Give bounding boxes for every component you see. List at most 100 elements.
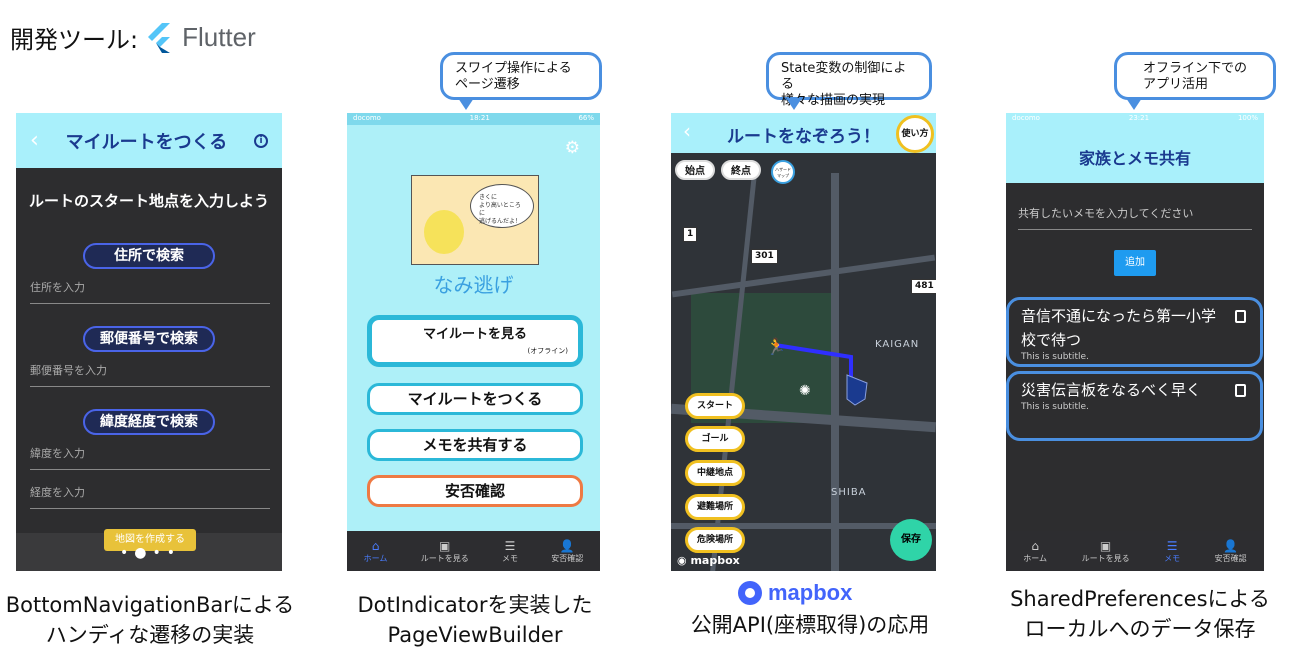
app-name: なみ逃げ — [433, 273, 514, 297]
howto-button[interactable]: 使い方 — [896, 115, 934, 153]
gear-icon[interactable]: ⚙ — [565, 138, 580, 158]
caption-line: ローカルへのデータ保存 — [1024, 617, 1256, 641]
status-time: 18:21 — [469, 114, 490, 122]
nav-label: メモ — [502, 553, 518, 563]
speech-bubble: きくに より高いところに 逃げるんだよ！ — [470, 184, 534, 228]
person-icon: 👤 — [559, 538, 575, 553]
copy-icon[interactable] — [1235, 384, 1246, 397]
dev-tools-label: 開発ツール: — [10, 26, 139, 54]
memo-icon: ☰ — [504, 538, 516, 553]
book-icon: ▣ — [439, 538, 451, 553]
caption-line: SharedPreferencesによる — [1010, 587, 1270, 611]
phone-trace-route: 🏃 ✺ 1 301 481 KAIGAN SHIBA ‹ ルートをなぞろう！ 使… — [671, 113, 936, 571]
battery: 100% — [1237, 114, 1258, 122]
make-route-button[interactable]: マイルートをつくる — [367, 383, 583, 415]
callout-text: アプリ活用 — [1143, 77, 1209, 92]
caption-phone4: SharedPreferencesによる ローカルへのデータ保存 — [990, 584, 1290, 644]
home-icon: ⌂ — [371, 538, 380, 553]
caption-line: PageViewBuilder — [387, 623, 563, 647]
postal-input[interactable]: 郵便番号を入力 — [30, 358, 270, 387]
callout-text: オフライン下での — [1143, 61, 1248, 76]
callout-tail — [458, 98, 474, 110]
memo-icon: ☰ — [1166, 538, 1178, 553]
nav-label: 安否確認 — [551, 553, 584, 563]
callout-tail — [786, 98, 802, 110]
route-sign: 1 — [683, 227, 698, 242]
hazard-map-button[interactable]: ハザード マップ — [771, 160, 795, 184]
view-route-button[interactable]: マイルートを見る (オフライン) — [367, 315, 583, 367]
memo-subtitle: This is subtitle. — [1021, 402, 1089, 412]
speech-line: きくに — [479, 194, 498, 201]
add-button[interactable]: 追加 — [1114, 250, 1156, 276]
back-icon[interactable]: ‹ — [30, 128, 39, 153]
callout-tail — [1126, 98, 1142, 110]
mascot-illustration: きくに より高いところに 逃げるんだよ！ — [411, 175, 539, 265]
caption-line: DotIndicatorを実装した — [357, 593, 593, 617]
callout-swipe: スワイプ操作による ページ遷移 — [440, 52, 602, 100]
share-memo-button[interactable]: メモを共有する — [367, 429, 583, 461]
nav-memo[interactable]: ☰ メモ — [1164, 539, 1180, 564]
save-button[interactable]: 保存 — [890, 519, 932, 561]
route-sign: 481 — [911, 279, 936, 294]
nav-safety[interactable]: 👤 安否確認 — [1215, 539, 1247, 564]
danger-site-button[interactable]: 危険場所 — [685, 527, 745, 553]
app-bar: ‹ マイルートをつくる i — [16, 113, 282, 168]
nav-label: ホーム — [363, 553, 388, 563]
lat-input[interactable]: 緯度を入力 — [30, 441, 270, 470]
info-icon[interactable]: i — [253, 133, 268, 148]
memo-input[interactable]: 共有したいメモを入力してください — [1018, 205, 1252, 230]
nav-label: ホーム — [1023, 553, 1048, 563]
nav-memo[interactable]: ☰ メモ — [502, 539, 518, 564]
person-icon: 👤 — [1223, 538, 1239, 553]
start-button[interactable]: スタート — [685, 393, 745, 419]
nav-view-route[interactable]: ▣ ルートを見る — [421, 539, 469, 564]
memo-card[interactable]: 災害伝言板をなるべく早く This is subtitle. — [1006, 371, 1263, 441]
walker-icon: 🏃 — [766, 337, 786, 356]
callout-text: State変数の制御による — [781, 61, 907, 92]
lng-input[interactable]: 経度を入力 — [30, 480, 270, 509]
nav-home[interactable]: ⌂ ホーム — [1023, 539, 1047, 564]
speech-line: 逃げるんだよ！ — [479, 218, 522, 225]
route-sign: 301 — [751, 249, 778, 264]
nav-home[interactable]: ⌂ ホーム — [364, 539, 388, 564]
caption-phone1: BottomNavigationBarによる ハンディな遷移の実装 — [0, 590, 300, 650]
button-label: マイルートを見る — [422, 327, 527, 342]
address-input[interactable]: 住所を入力 — [30, 275, 270, 304]
map-label: SHIBA — [831, 487, 867, 498]
search-postal-button[interactable]: 郵便番号で検索 — [83, 326, 215, 352]
nav-safety[interactable]: 👤 安否確認 — [551, 539, 583, 564]
evacuation-site-button[interactable]: 避難場所 — [685, 494, 745, 520]
copy-icon[interactable] — [1235, 310, 1246, 323]
caption-phone2: DotIndicatorを実装した PageViewBuilder — [330, 590, 620, 650]
safety-check-button[interactable]: 安否確認 — [367, 475, 583, 507]
carrier: docomo — [1012, 114, 1040, 122]
nav-label: 安否確認 — [1214, 553, 1247, 563]
end-point-chip[interactable]: 終点 — [721, 160, 761, 180]
carrier: docomo — [353, 114, 381, 122]
search-latlng-button[interactable]: 緯度経度で検索 — [83, 409, 215, 435]
speech-line: より高いところに — [479, 202, 521, 217]
waypoint-button[interactable]: 中継地点 — [685, 460, 745, 486]
mapbox-wordmark: mapbox — [768, 580, 853, 605]
memo-card[interactable]: 音信不通になったら第一小学校で待つ This is subtitle. — [1006, 297, 1263, 367]
search-address-button[interactable]: 住所で検索 — [83, 243, 215, 269]
book-icon: ▣ — [1099, 538, 1112, 553]
goal-button[interactable]: ゴール — [685, 426, 745, 452]
memo-subtitle: This is subtitle. — [1021, 352, 1089, 362]
start-point-chip[interactable]: 始点 — [675, 160, 715, 180]
bottom-navigation: ⌂ ホーム ▣ ルートを見る ☰ メモ 👤 安否確認 — [347, 531, 600, 571]
nav-label: ルートを見る — [420, 553, 469, 563]
bird-icon — [424, 210, 464, 254]
mapbox-attribution: ◉ mapbox — [677, 554, 740, 567]
callout-text: ページ遷移 — [455, 77, 520, 92]
dev-tools-header: 開発ツール: Flutter — [10, 20, 256, 55]
bottom-navigation: ⌂ ホーム ▣ ルートを見る ☰ メモ 👤 安否確認 — [1006, 531, 1264, 571]
page-dot-indicator: •●•• — [120, 545, 181, 561]
status-bar: docomo 18:21 66% — [347, 113, 600, 125]
phone-home: docomo 18:21 66% ⚙ きくに より高いところに 逃げるんだよ！ … — [347, 113, 600, 571]
nav-view-route[interactable]: ▣ ルートを見る — [1082, 539, 1130, 564]
back-icon[interactable]: ‹ — [683, 119, 691, 143]
callout-state: State変数の制御による 様々な描画の実現 — [766, 52, 932, 108]
callout-text: スワイプ操作による — [455, 61, 572, 76]
memo-title: 音信不通になったら第一小学校で待つ — [1021, 307, 1217, 349]
